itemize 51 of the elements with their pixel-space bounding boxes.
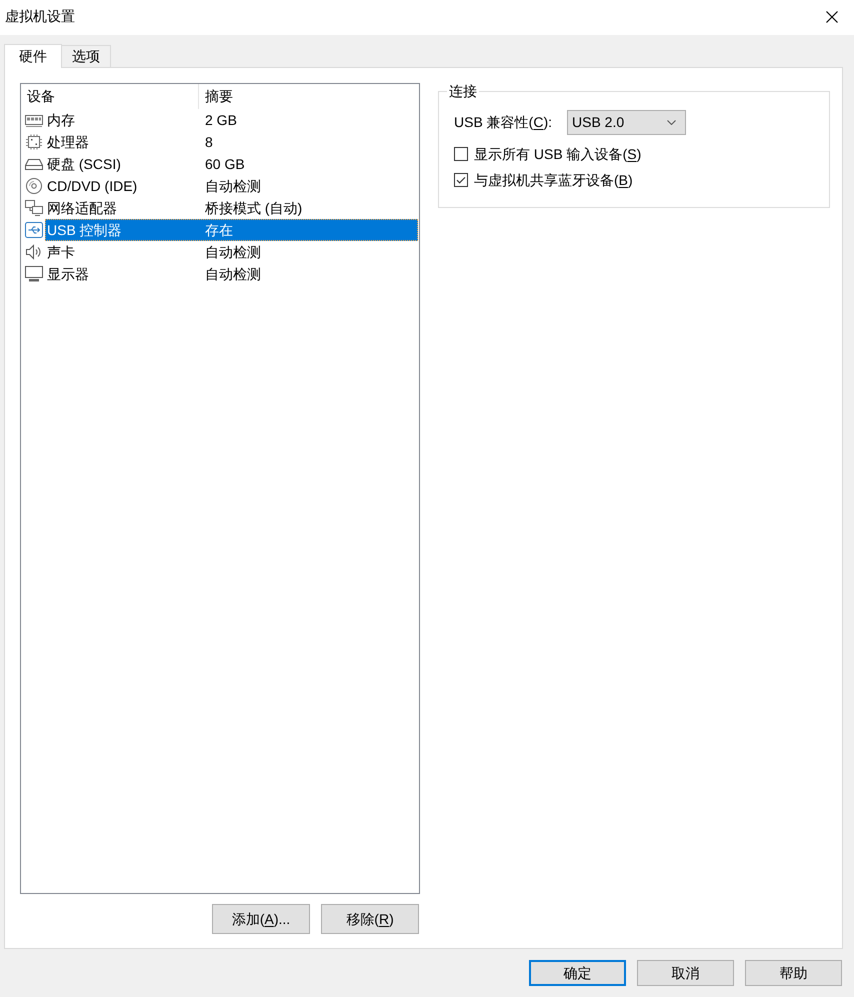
tab[interactable]: 硬件: [4, 44, 62, 68]
device-summary: 60 GB: [204, 156, 245, 172]
checkbox-label[interactable]: 显示所有 USB 输入设备(S): [474, 146, 642, 162]
device-row[interactable]: CD/DVD (IDE) 自动检测: [45, 175, 418, 197]
help-button[interactable]: 帮助: [745, 960, 842, 986]
hard-drive-icon: [25, 156, 43, 172]
caret-icon: [667, 120, 676, 125]
usb-icon: [25, 222, 43, 238]
speaker-icon: [25, 244, 43, 260]
processor-chip-icon: [25, 134, 43, 150]
window-title: 虚拟机设置: [5, 8, 75, 25]
column-header[interactable]: 设备: [21, 84, 199, 109]
device-row[interactable]: 声卡 自动检测: [45, 241, 418, 263]
device-name: 处理器: [46, 134, 90, 150]
device-name: 内存: [46, 112, 76, 128]
device-row[interactable]: 网络适配器 桥接模式 (自动): [45, 197, 418, 219]
device-row[interactable]: USB 控制器 存在: [45, 219, 418, 241]
device-name: 显示器: [46, 266, 90, 282]
ok-button[interactable]: 确定: [529, 960, 626, 986]
device-row[interactable]: 硬盘 (SCSI) 60 GB: [45, 153, 418, 175]
device-summary: 自动检测: [204, 244, 261, 260]
checkbox-label[interactable]: 与虚拟机共享蓝牙设备(B): [474, 172, 633, 188]
group-title: 连接: [447, 83, 479, 100]
close-icon[interactable]: [826, 10, 838, 22]
device-name: 声卡: [46, 244, 76, 260]
device-name: CD/DVD (IDE): [46, 178, 138, 194]
cancel-button[interactable]: 取消: [637, 960, 734, 986]
device-summary: 8: [204, 134, 213, 150]
network-computers-icon: [25, 200, 43, 216]
device-summary: 自动检测: [204, 266, 261, 282]
add-button[interactable]: 添加(A)...: [212, 904, 310, 934]
memory-chip-icon: [25, 112, 43, 128]
column-header[interactable]: 摘要: [199, 84, 233, 109]
monitor-icon: [25, 266, 43, 282]
device-summary: 2 GB: [204, 112, 237, 128]
disc-icon: [25, 178, 43, 194]
compatibility-dropdown[interactable]: USB 2.0: [567, 110, 686, 135]
remove-button[interactable]: 移除(R): [321, 904, 419, 934]
field-label: USB 兼容性(C):: [454, 114, 554, 131]
device-row[interactable]: 处理器 8: [45, 131, 418, 153]
device-name: 硬盘 (SCSI): [46, 156, 122, 172]
checkbox[interactable]: [454, 147, 468, 161]
device-row[interactable]: 显示器 自动检测: [45, 263, 418, 285]
device-name: USB 控制器: [46, 222, 123, 238]
device-summary: 存在: [204, 222, 233, 238]
checkbox[interactable]: [454, 173, 468, 187]
device-row[interactable]: 内存 2 GB: [45, 109, 418, 131]
tab[interactable]: 选项: [61, 45, 111, 67]
device-summary: 自动检测: [204, 178, 261, 194]
device-summary: 桥接模式 (自动): [204, 200, 302, 216]
device-name: 网络适配器: [46, 200, 118, 216]
